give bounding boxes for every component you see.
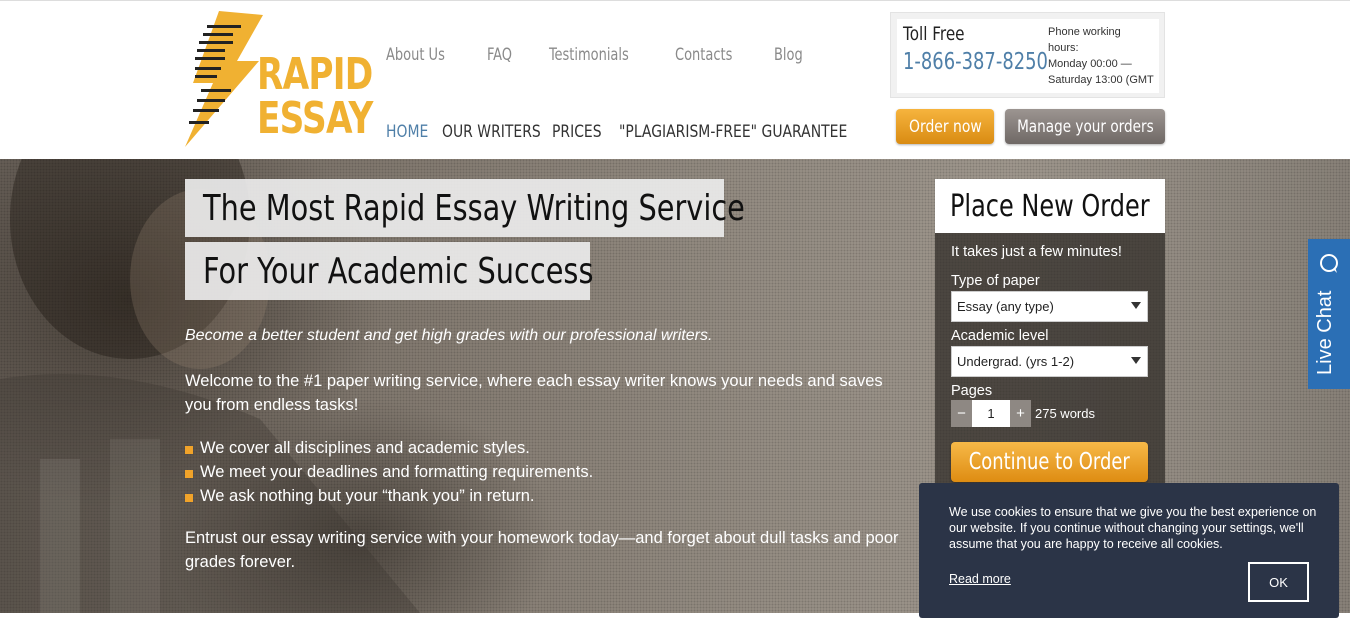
- list-item: We meet your deadlines and formatting re…: [185, 460, 593, 484]
- headline-line-1: The Most Rapid Essay Writing Service: [185, 179, 745, 237]
- type-of-paper-select[interactable]: Essay (any type): [951, 291, 1148, 322]
- nav-faq[interactable]: FAQ: [487, 45, 512, 65]
- bullet-square-icon: [185, 470, 193, 478]
- phone-number[interactable]: 1-866-387-8250: [903, 49, 1048, 75]
- nav-plagiarism-free-guarantee[interactable]: "PLAGIARISM-FREE" GUARANTEE: [619, 122, 847, 142]
- feature-text: We cover all disciplines and academic st…: [200, 439, 530, 457]
- phone-hours-line-2: hours:: [1048, 42, 1079, 54]
- pages-decrement-button[interactable]: −: [951, 400, 972, 427]
- pages-input[interactable]: 1: [972, 400, 1010, 427]
- academic-level-label: Academic level: [951, 328, 1049, 344]
- headline-1-text: The Most Rapid Essay Writing Service: [203, 187, 745, 229]
- pages-stepper: − 1 + 275 words: [951, 400, 1095, 427]
- cookie-read-more-link[interactable]: Read more: [949, 572, 1011, 586]
- feature-list: We cover all disciplines and academic st…: [185, 436, 593, 508]
- headline-2-text: For Your Academic Success: [203, 250, 594, 292]
- main-navigation: HOME OUR WRITERS PRICES "PLAGIARISM-FREE…: [386, 122, 901, 142]
- order-now-button[interactable]: Order now: [896, 109, 994, 144]
- phone-hours: Phone working hours: Monday 00:00 — Satu…: [1048, 24, 1163, 88]
- phone-hours-line-1: Phone working: [1048, 26, 1121, 38]
- logo-wordmark: RAPID ESSAY: [257, 53, 373, 141]
- cookie-banner: We use cookies to ensure that we give yo…: [919, 483, 1339, 618]
- hero-tagline: Become a better student and get high gra…: [185, 327, 713, 344]
- nav-blog[interactable]: Blog: [774, 45, 803, 65]
- nav-contacts[interactable]: Contacts: [675, 45, 732, 65]
- dropdown-arrow-icon: [1131, 302, 1141, 309]
- manage-orders-button[interactable]: Manage your orders: [1005, 109, 1165, 144]
- list-item: We cover all disciplines and academic st…: [185, 436, 593, 460]
- dropdown-arrow-icon: [1131, 357, 1141, 364]
- hero-entrust: Entrust our essay writing service with y…: [185, 529, 899, 571]
- logo-line-1: RAPID: [257, 49, 373, 100]
- live-chat-tab[interactable]: Live Chat: [1308, 239, 1350, 389]
- lightning-bolt-icon: [185, 11, 263, 147]
- nav-prices[interactable]: PRICES: [552, 122, 604, 142]
- phone-hours-line-3: Monday 00:00 —: [1048, 58, 1132, 70]
- word-count: 275 words: [1035, 406, 1095, 421]
- continue-to-order-button[interactable]: Continue to Order: [951, 442, 1148, 482]
- contact-box: Toll Free 1-866-387-8250 Phone working h…: [890, 12, 1165, 98]
- contact-box-inner: Toll Free 1-866-387-8250 Phone working h…: [897, 19, 1159, 93]
- bullet-square-icon: [185, 446, 193, 454]
- pages-label: Pages: [951, 383, 993, 399]
- hero-welcome: Welcome to the #1 paper writing service,…: [185, 372, 883, 414]
- academic-level-select[interactable]: Undergrad. (yrs 1-2): [951, 346, 1148, 377]
- site-logo[interactable]: RAPID ESSAY: [185, 11, 373, 147]
- feature-text: We ask nothing but your “thank you” in r…: [200, 487, 535, 505]
- phone-hours-line-4: Saturday 13:00 (GMT: [1048, 74, 1154, 86]
- headline-line-2: For Your Academic Success: [185, 242, 594, 300]
- order-form-subtitle: It takes just a few minutes!: [951, 244, 1122, 260]
- academic-level-value: Undergrad. (yrs 1-2): [957, 354, 1075, 369]
- logo-line-2: ESSAY: [257, 93, 373, 144]
- order-form: Place New Order It takes just a few minu…: [935, 179, 1165, 489]
- nav-testimonials[interactable]: Testimonials: [549, 45, 629, 65]
- bullet-square-icon: [185, 494, 193, 502]
- chat-bubble-icon: [1320, 254, 1338, 273]
- cookie-ok-button[interactable]: OK: [1248, 562, 1309, 602]
- manage-orders-label: Manage your orders: [1016, 116, 1154, 137]
- feature-text: We meet your deadlines and formatting re…: [200, 463, 594, 481]
- list-item: We ask nothing but your “thank you” in r…: [185, 484, 593, 508]
- type-of-paper-label: Type of paper: [951, 273, 1040, 289]
- continue-to-order-label: Continue to Order: [968, 449, 1131, 475]
- live-chat-label: Live Chat: [1314, 290, 1336, 376]
- site-header: RAPID ESSAY About Us FAQ Testimonials Co…: [0, 0, 1350, 159]
- order-now-label: Order now: [908, 116, 982, 137]
- top-navigation: About Us FAQ Testimonials Contacts Blog: [386, 45, 840, 65]
- type-of-paper-value: Essay (any type): [957, 299, 1054, 314]
- toll-free-label: Toll Free: [903, 23, 965, 45]
- order-form-title-text: Place New Order: [950, 188, 1150, 224]
- nav-our-writers[interactable]: OUR WRITERS: [442, 122, 541, 142]
- pages-increment-button[interactable]: +: [1010, 400, 1031, 427]
- nav-home[interactable]: HOME: [386, 122, 429, 142]
- nav-about-us[interactable]: About Us: [386, 45, 445, 65]
- order-form-title: Place New Order: [935, 179, 1165, 233]
- cookie-message: We use cookies to ensure that we give yo…: [949, 505, 1317, 551]
